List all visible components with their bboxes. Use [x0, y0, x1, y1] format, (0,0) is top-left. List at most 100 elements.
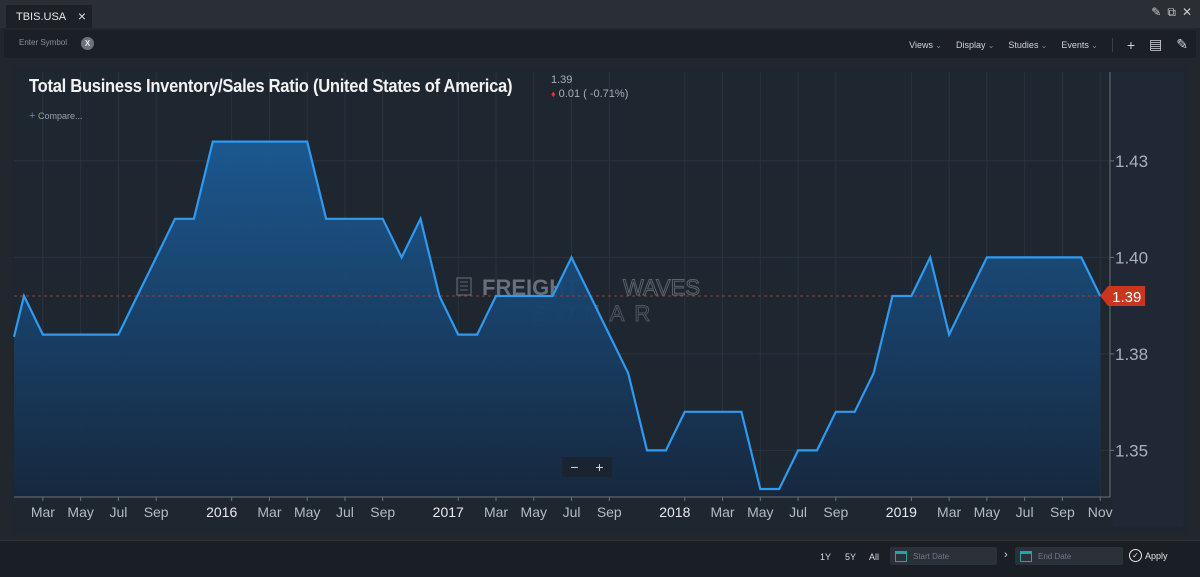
- data-point: [305, 140, 309, 144]
- last-value-label: 1.39: [1112, 289, 1141, 306]
- x-tick-label: Jul: [789, 504, 807, 520]
- data-point: [267, 140, 271, 144]
- change-value: ♦ 0.01 ( -0.71%): [551, 88, 628, 100]
- data-point: [890, 294, 894, 298]
- range-all-button[interactable]: All: [869, 552, 879, 562]
- zoom-controls: − +: [562, 457, 612, 477]
- x-tick-label: Mar: [484, 504, 508, 520]
- data-point: [286, 140, 290, 144]
- data-point: [79, 333, 83, 337]
- data-point: [588, 294, 592, 298]
- data-point: [1042, 255, 1046, 259]
- data-point: [494, 294, 498, 298]
- data-point: [928, 255, 932, 259]
- end-date-placeholder: End Date: [1038, 551, 1072, 561]
- x-tick-label: Jul: [563, 504, 581, 520]
- data-point: [1023, 255, 1027, 259]
- data-point: [230, 140, 234, 144]
- data-point: [739, 410, 743, 414]
- down-indicator-icon: ♦: [551, 89, 556, 99]
- range-5y-button[interactable]: 5Y: [845, 552, 856, 562]
- x-tick-label: Sep: [370, 504, 395, 520]
- x-tick-label: Mar: [710, 504, 734, 520]
- data-point: [853, 410, 857, 414]
- range-1y-button[interactable]: 1Y: [820, 552, 831, 562]
- data-point: [721, 410, 725, 414]
- x-tick-label: 2018: [659, 504, 690, 520]
- data-point: [1060, 255, 1064, 259]
- data-point: [607, 333, 611, 337]
- x-tick-label: Sep: [1050, 504, 1075, 520]
- zoom-in-button[interactable]: +: [587, 457, 612, 477]
- data-point: [475, 333, 479, 337]
- data-point: [683, 410, 687, 414]
- data-point: [909, 294, 913, 298]
- y-tick-label: 1.40: [1115, 248, 1148, 267]
- check-circle-icon: ✓: [1129, 549, 1142, 562]
- apply-button[interactable]: ✓ Apply: [1129, 549, 1168, 562]
- data-point: [116, 333, 120, 337]
- data-point: [777, 487, 781, 491]
- data-point: [437, 294, 441, 298]
- data-point: [362, 217, 366, 221]
- compare-button[interactable]: + Compare...: [29, 110, 82, 122]
- data-point: [135, 294, 139, 298]
- data-point: [418, 217, 422, 221]
- start-date-placeholder: Start Date: [913, 551, 950, 561]
- data-point: [702, 410, 706, 414]
- data-point: [154, 255, 158, 259]
- area-fill: [14, 141, 1101, 497]
- y-tick-label: 1.38: [1115, 345, 1148, 364]
- data-point: [985, 255, 989, 259]
- data-point: [796, 448, 800, 452]
- x-tick-label: 2017: [433, 504, 464, 520]
- plus-icon: +: [29, 110, 36, 122]
- data-point: [249, 140, 253, 144]
- data-point: [343, 217, 347, 221]
- data-point: [98, 333, 102, 337]
- data-point: [834, 410, 838, 414]
- start-date-input[interactable]: Start Date: [890, 547, 997, 565]
- x-tick-label: Mar: [257, 504, 281, 520]
- x-tick-label: Sep: [823, 504, 848, 520]
- data-point: [1004, 255, 1008, 259]
- last-value: 1.39: [551, 74, 573, 86]
- x-tick-label: Mar: [31, 504, 55, 520]
- data-point: [456, 333, 460, 337]
- data-point: [41, 333, 45, 337]
- watermark-logo-icon: [456, 277, 472, 296]
- data-point: [645, 448, 649, 452]
- data-point: [211, 140, 215, 144]
- x-tick-label: Jul: [1016, 504, 1034, 520]
- x-tick-label: May: [294, 504, 320, 520]
- data-point: [22, 294, 26, 298]
- data-point: [192, 217, 196, 221]
- zoom-out-button[interactable]: −: [562, 457, 587, 477]
- data-point: [173, 217, 177, 221]
- apply-label: Apply: [1145, 550, 1168, 561]
- x-tick-label: May: [747, 504, 773, 520]
- x-tick-label: Sep: [597, 504, 622, 520]
- data-point: [966, 294, 970, 298]
- data-point: [815, 448, 819, 452]
- last-value-badge: 1.39: [1100, 286, 1146, 306]
- data-point: [664, 448, 668, 452]
- y-tick-label: 1.35: [1115, 441, 1148, 460]
- compare-label: Compare...: [37, 111, 83, 121]
- data-point: [758, 487, 762, 491]
- data-point: [513, 294, 517, 298]
- end-date-input[interactable]: End Date: [1015, 547, 1123, 565]
- calendar-icon: [1020, 550, 1032, 562]
- data-point: [381, 217, 385, 221]
- data-point: [324, 217, 328, 221]
- x-tick-label: May: [521, 504, 547, 520]
- data-point: [551, 294, 555, 298]
- range-arrow-icon: ›: [1004, 549, 1008, 561]
- x-tick-label: 2019: [886, 504, 917, 520]
- x-tick-label: Mar: [937, 504, 961, 520]
- x-tick-label: Sep: [144, 504, 169, 520]
- change-text: 0.01 ( -0.71%): [558, 88, 629, 100]
- data-point: [626, 371, 630, 375]
- data-point: [872, 371, 876, 375]
- x-tick-label: Nov: [1088, 504, 1113, 520]
